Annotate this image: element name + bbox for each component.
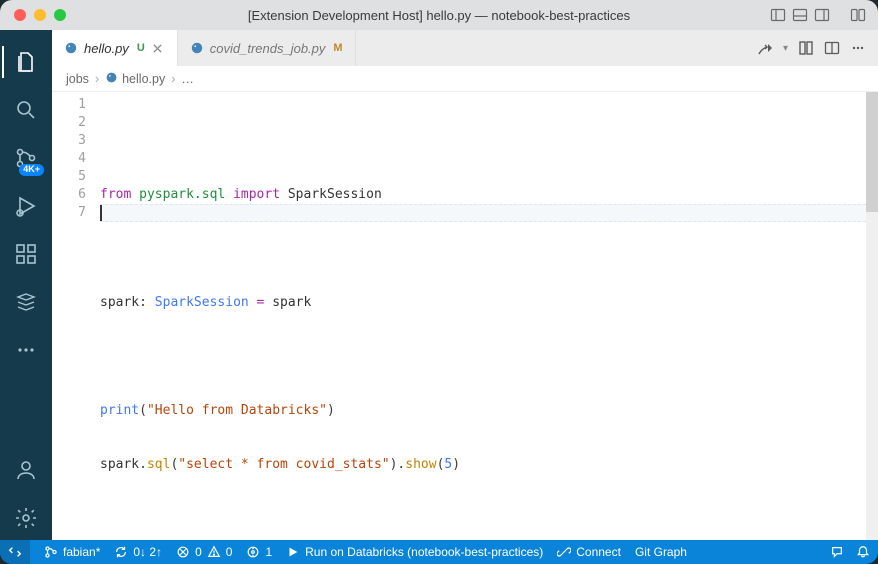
main-area: 4K+: [0, 30, 878, 540]
split-bottom-icon[interactable]: [792, 7, 808, 23]
line-number-gutter: 1 2 3 4 5 6 7: [52, 92, 100, 540]
run-dropdown-icon[interactable]: ▾: [783, 43, 788, 54]
more-activity[interactable]: [2, 328, 50, 372]
editor-actions: ▾: [757, 30, 878, 66]
code-content[interactable]: from pyspark.sql import SparkSession spa…: [100, 92, 866, 540]
run-file-icon[interactable]: [757, 40, 773, 56]
close-tab-icon[interactable]: [151, 41, 165, 55]
traffic-lights: [0, 9, 66, 21]
tab-bar: hello.py U covid_trends_job.py M: [52, 30, 878, 66]
chevron-right-icon: ›: [171, 72, 175, 86]
editor-area: hello.py U covid_trends_job.py M: [52, 30, 878, 540]
minimap[interactable]: [866, 92, 878, 540]
settings-activity[interactable]: [2, 496, 50, 540]
breadcrumb[interactable]: jobs › hello.py › …: [52, 66, 878, 92]
close-window-button[interactable]: [14, 9, 26, 21]
titlebar-actions: [770, 7, 878, 23]
git-branch-status[interactable]: fabian*: [44, 545, 100, 559]
databricks-activity[interactable]: [2, 280, 50, 324]
split-editor-icon[interactable]: [824, 40, 840, 56]
tab-covid-trends[interactable]: covid_trends_job.py M: [178, 30, 356, 66]
layout-icon[interactable]: [850, 7, 866, 23]
explorer-activity[interactable]: [2, 40, 50, 84]
minimize-window-button[interactable]: [34, 9, 46, 21]
run-debug-activity[interactable]: [2, 184, 50, 228]
python-file-icon: [64, 41, 78, 55]
source-control-activity[interactable]: 4K+: [2, 136, 50, 180]
maximize-window-button[interactable]: [54, 9, 66, 21]
breadcrumb-file[interactable]: hello.py: [105, 71, 165, 87]
tab-hello-py[interactable]: hello.py U: [52, 30, 178, 66]
extensions-activity[interactable]: [2, 232, 50, 276]
titlebar: [Extension Development Host] hello.py — …: [0, 0, 878, 30]
more-editor-actions-icon[interactable]: [850, 40, 866, 56]
window: [Extension Development Host] hello.py — …: [0, 0, 878, 564]
tab-label: hello.py: [84, 41, 129, 56]
python-file-icon: [105, 71, 118, 87]
tab-status-modified: M: [333, 42, 342, 54]
account-activity[interactable]: [2, 448, 50, 492]
remote-indicator[interactable]: [0, 540, 30, 564]
activity-bar: 4K+: [0, 30, 52, 540]
tab-status-untracked: U: [137, 42, 145, 54]
breadcrumb-folder[interactable]: jobs: [66, 72, 89, 86]
minimap-viewport[interactable]: [866, 92, 878, 212]
tab-label: covid_trends_job.py: [210, 41, 326, 56]
split-left-icon[interactable]: [770, 7, 786, 23]
chevron-right-icon: ›: [95, 72, 99, 86]
python-file-icon: [190, 41, 204, 55]
scm-badge: 4K+: [19, 164, 44, 176]
text-cursor: [100, 205, 102, 221]
code-editor[interactable]: 1 2 3 4 5 6 7 from pyspark.sql import Sp…: [52, 92, 878, 540]
split-right-icon[interactable]: [814, 7, 830, 23]
diff-icon[interactable]: [798, 40, 814, 56]
window-title: [Extension Development Host] hello.py — …: [0, 8, 878, 23]
breadcrumb-symbol[interactable]: …: [181, 72, 194, 86]
search-activity[interactable]: [2, 88, 50, 132]
